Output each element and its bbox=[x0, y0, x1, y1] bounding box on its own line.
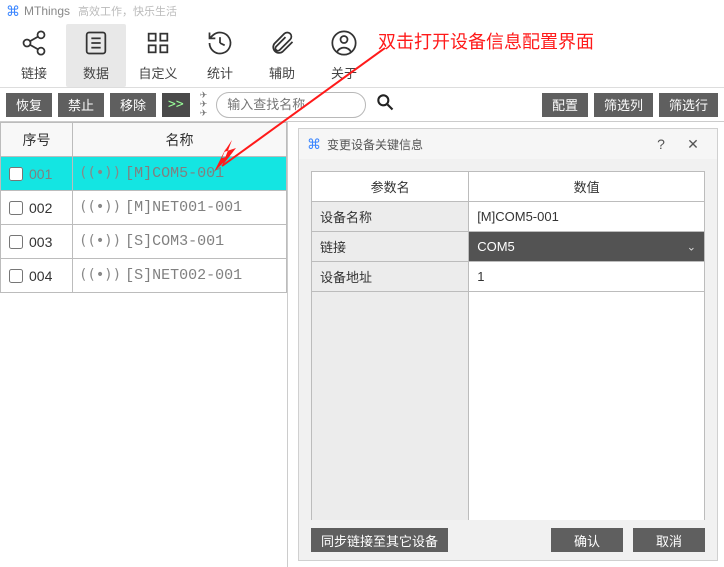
row-sn: 004 bbox=[29, 268, 52, 284]
list-icon bbox=[82, 29, 110, 61]
row-checkbox[interactable] bbox=[9, 201, 23, 215]
dialog-header: ⌘ 变更设备关键信息 ? ✕ bbox=[299, 129, 717, 159]
action-bar: 恢复 禁止 移除 >> ✈✈✈ 配置 筛选列 筛选行 bbox=[0, 88, 724, 122]
device-list-pane: 序号 名称 001((•))[M]COM5-001002((•))[M]NET0… bbox=[0, 122, 288, 567]
param-row: 设备地址1 bbox=[312, 262, 705, 292]
ribbon-stats-label: 统计 bbox=[207, 63, 233, 82]
paperclip-icon bbox=[268, 29, 296, 61]
row-sn: 001 bbox=[29, 166, 52, 182]
grid-icon bbox=[144, 29, 172, 61]
row-name: [S]COM3-001 bbox=[125, 233, 224, 250]
ribbon-about-label: 关于 bbox=[331, 63, 357, 82]
ribbon-custom-label: 自定义 bbox=[138, 63, 177, 82]
app-logo-icon: ⌘ bbox=[6, 3, 20, 20]
param-key: 链接 bbox=[312, 232, 469, 262]
help-button[interactable]: ? bbox=[645, 136, 677, 152]
param-key: 设备名称 bbox=[312, 202, 469, 232]
mini-arrow-icon: ✈✈✈ bbox=[200, 91, 207, 118]
col-header-name[interactable]: 名称 bbox=[73, 123, 287, 157]
ribbon-custom[interactable]: 自定义 bbox=[128, 24, 188, 87]
col-header-param: 参数名 bbox=[312, 172, 469, 202]
param-table: 参数名 数值 设备名称[M]COM5-001链接COM5⌄设备地址1 bbox=[311, 171, 705, 520]
signal-icon: ((•)) bbox=[79, 165, 121, 181]
dialog-title: 变更设备关键信息 bbox=[327, 136, 423, 153]
device-table: 序号 名称 001((•))[M]COM5-001002((•))[M]NET0… bbox=[0, 122, 287, 293]
table-row[interactable]: 002 ((•))[M]NET001-001 bbox=[1, 191, 287, 225]
dialog-footer: 同步链接至其它设备 确认 取消 bbox=[299, 520, 717, 560]
param-filler bbox=[312, 292, 705, 521]
signal-icon: ((•)) bbox=[79, 233, 121, 249]
remove-button[interactable]: 移除 bbox=[110, 93, 156, 117]
param-row: 设备名称[M]COM5-001 bbox=[312, 202, 705, 232]
magnifier-icon bbox=[375, 92, 395, 117]
forbid-button[interactable]: 禁止 bbox=[58, 93, 104, 117]
search-wrap bbox=[216, 92, 398, 118]
table-row[interactable]: 003 ((•))[S]COM3-001 bbox=[1, 225, 287, 259]
history-icon bbox=[206, 29, 234, 61]
close-button[interactable]: ✕ bbox=[677, 136, 709, 153]
signal-icon: ((•)) bbox=[79, 199, 121, 215]
row-sn: 003 bbox=[29, 234, 52, 250]
ribbon-assist[interactable]: 辅助 bbox=[252, 24, 312, 87]
signal-icon: ((•)) bbox=[79, 267, 121, 283]
filter-col-button[interactable]: 筛选列 bbox=[594, 93, 653, 117]
param-value[interactable]: [M]COM5-001 bbox=[469, 202, 705, 232]
row-checkbox[interactable] bbox=[9, 269, 23, 283]
next-button[interactable]: >> bbox=[162, 93, 190, 117]
right-pane: ⌘ 变更设备关键信息 ? ✕ 参数名 数值 设备名称[M]COM5-001链接C… bbox=[288, 122, 724, 567]
row-name: [M]COM5-001 bbox=[125, 165, 224, 182]
param-row: 链接COM5⌄ bbox=[312, 232, 705, 262]
filter-row-button[interactable]: 筛选行 bbox=[659, 93, 718, 117]
dialog-body: 参数名 数值 设备名称[M]COM5-001链接COM5⌄设备地址1 bbox=[299, 159, 717, 520]
app-slogan: 高效工作，快乐生活 bbox=[78, 3, 177, 19]
sync-link-button[interactable]: 同步链接至其它设备 bbox=[311, 528, 448, 552]
person-icon bbox=[330, 29, 358, 61]
row-checkbox[interactable] bbox=[9, 167, 23, 181]
share-icon bbox=[20, 29, 48, 61]
param-value-combo[interactable]: COM5⌄ bbox=[469, 232, 705, 262]
config-button[interactable]: 配置 bbox=[542, 93, 588, 117]
ok-button[interactable]: 确认 bbox=[551, 528, 623, 552]
param-key: 设备地址 bbox=[312, 262, 469, 292]
ribbon-about[interactable]: 关于 bbox=[314, 24, 374, 87]
col-header-sn[interactable]: 序号 bbox=[1, 123, 73, 157]
ribbon-stats[interactable]: 统计 bbox=[190, 24, 250, 87]
ribbon-data[interactable]: 数据 bbox=[66, 24, 126, 87]
ribbon-assist-label: 辅助 bbox=[269, 63, 295, 82]
ribbon-data-label: 数据 bbox=[83, 63, 109, 82]
app-brand: MThings bbox=[24, 4, 70, 18]
col-header-value: 数值 bbox=[469, 172, 705, 202]
chevron-down-icon: ⌄ bbox=[687, 240, 696, 253]
main-area: 序号 名称 001((•))[M]COM5-001002((•))[M]NET0… bbox=[0, 122, 724, 567]
row-name: [M]NET001-001 bbox=[125, 199, 242, 216]
titlebar: ⌘ MThings 高效工作，快乐生活 bbox=[0, 0, 724, 22]
search-input[interactable] bbox=[216, 92, 366, 118]
ribbon-toolbar: 链接 数据 自定义 统计 辅助 关于 bbox=[0, 22, 724, 88]
row-name: [S]NET002-001 bbox=[125, 267, 242, 284]
ribbon-link-label: 链接 bbox=[21, 63, 47, 82]
search-button[interactable] bbox=[372, 92, 398, 118]
ribbon-link[interactable]: 链接 bbox=[4, 24, 64, 87]
device-info-dialog: ⌘ 变更设备关键信息 ? ✕ 参数名 数值 设备名称[M]COM5-001链接C… bbox=[298, 128, 718, 561]
row-sn: 002 bbox=[29, 200, 52, 216]
restore-button[interactable]: 恢复 bbox=[6, 93, 52, 117]
table-row[interactable]: 004 ((•))[S]NET002-001 bbox=[1, 259, 287, 293]
table-row[interactable]: 001 ((•))[M]COM5-001 bbox=[1, 157, 287, 191]
cancel-button[interactable]: 取消 bbox=[633, 528, 705, 552]
row-checkbox[interactable] bbox=[9, 235, 23, 249]
param-value[interactable]: 1 bbox=[469, 262, 705, 292]
dialog-header-icon: ⌘ bbox=[307, 136, 321, 153]
